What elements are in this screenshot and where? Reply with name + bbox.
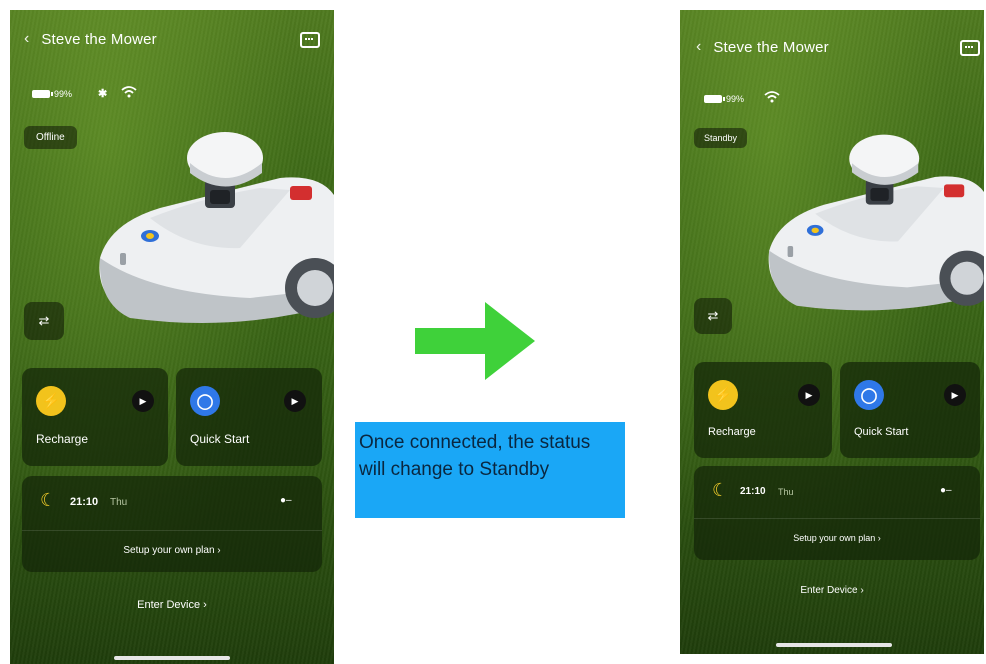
filter-icon: ⇄	[38, 313, 50, 328]
schedule-card: ☾ 21:10 Thu ●– Setup your own plan ›	[694, 466, 980, 560]
schedule-time: 21:10	[70, 496, 99, 508]
schedule-day: Thu	[110, 497, 128, 508]
play-icon[interactable]: ▶	[798, 384, 820, 406]
recharge-label: Recharge	[708, 426, 756, 438]
enter-device-link[interactable]: Enter Device ›	[680, 585, 984, 596]
right-arrow-icon	[415, 302, 535, 380]
chat-bubble-icon[interactable]	[300, 32, 320, 48]
home-indicator	[776, 643, 892, 647]
schedule-card: ☾ 21:10 Thu ●– Setup your own plan ›	[22, 476, 322, 572]
battery-percent: 99%	[726, 93, 745, 104]
lightning-bolt-icon: ⚡	[708, 380, 738, 410]
play-icon[interactable]: ▶	[944, 384, 966, 406]
toggle-switch-icon[interactable]: ●–	[280, 495, 292, 506]
schedule-day: Thu	[778, 487, 794, 497]
transition-note: Once connected, the status will change t…	[355, 422, 625, 518]
page-title: Steve the Mower	[713, 38, 829, 56]
lightning-bolt-icon: ⚡	[36, 386, 66, 416]
quick-start-card[interactable]: ◯ ▶ Quick Start	[176, 368, 322, 466]
battery-percent: 99%	[54, 88, 73, 99]
phone-screen-before: ‹ Steve the Mower 99% ✱ Offline ⇄ ⚡ ▶ Re…	[10, 10, 334, 664]
filter-icon: ⇄	[707, 308, 719, 323]
chat-bubble-icon[interactable]	[960, 40, 980, 56]
battery-icon	[32, 89, 53, 98]
quick-start-label: Quick Start	[190, 432, 250, 446]
filter-button[interactable]: ⇄	[694, 298, 732, 334]
wifi-icon	[121, 86, 137, 101]
app-header: ‹ Steve the Mower	[696, 38, 984, 56]
play-icon[interactable]: ▶	[132, 390, 154, 412]
back-icon[interactable]: ‹	[24, 30, 29, 48]
divider	[694, 518, 980, 519]
play-icon[interactable]: ▶	[284, 390, 306, 412]
toggle-switch-icon[interactable]: ●–	[940, 485, 952, 496]
phone-screen-after: ‹ Steve the Mower 99% Standby ⇄ ⚡ ▶ Rech…	[680, 10, 984, 654]
bluetooth-icon: ✱	[98, 88, 108, 100]
recharge-card[interactable]: ⚡ ▶ Recharge	[22, 368, 168, 466]
recharge-label: Recharge	[36, 432, 89, 446]
filter-button[interactable]: ⇄	[24, 302, 64, 340]
mower-image	[768, 134, 984, 311]
page-title: Steve the Mower	[41, 30, 157, 48]
status-row: 99%	[704, 91, 780, 106]
quick-start-icon: ◯	[854, 380, 884, 410]
schedule-time: 21:10	[740, 486, 766, 497]
mower-image	[99, 132, 334, 323]
battery-icon	[704, 94, 725, 103]
status-badge: Offline	[24, 126, 77, 149]
wifi-icon	[764, 91, 780, 106]
recharge-card[interactable]: ⚡ ▶ Recharge	[694, 362, 832, 458]
home-indicator	[114, 656, 230, 660]
status-badge: Standby	[694, 128, 748, 148]
enter-device-link[interactable]: Enter Device ›	[10, 599, 334, 611]
quick-start-card[interactable]: ◯ ▶ Quick Start	[840, 362, 980, 458]
moon-icon: ☾	[712, 480, 729, 500]
setup-plan-link[interactable]: Setup your own plan ›	[22, 545, 322, 556]
app-header: ‹ Steve the Mower	[24, 30, 334, 48]
setup-plan-link[interactable]: Setup your own plan ›	[694, 533, 980, 543]
quick-start-icon: ◯	[190, 386, 220, 416]
divider	[22, 530, 322, 531]
quick-start-label: Quick Start	[854, 426, 909, 438]
moon-icon: ☾	[40, 490, 57, 510]
back-icon[interactable]: ‹	[696, 38, 701, 56]
status-row: 99% ✱	[32, 86, 137, 101]
